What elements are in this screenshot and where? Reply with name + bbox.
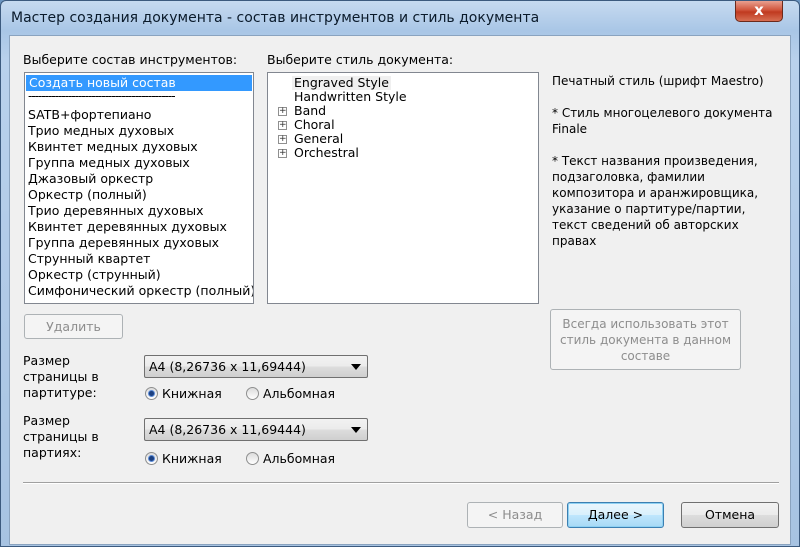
tree-item-orchestral[interactable]: Orchestral [294,146,359,160]
list-item[interactable]: Трио деревянных духовых [25,203,253,219]
window-title: Мастер создания документа - состав инстр… [11,10,540,26]
tree-item-engraved-style[interactable]: Engraved Style [292,76,391,90]
parts-portrait-radio[interactable]: Книжная [145,451,222,466]
style-description-line: * Текст названия произведения, подзаголо… [552,154,759,248]
cancel-button[interactable]: Отмена [681,502,779,528]
list-item[interactable]: Оркестр (полный) [25,187,253,203]
expand-plus-icon[interactable]: + [278,135,287,144]
radio-checked-icon [145,452,158,465]
score-page-size-value: A4 (8,26736 x 11,69444) [149,359,306,374]
parts-page-size-label: Размер страницы в партиях: [23,413,99,460]
score-portrait-label: Книжная [162,386,222,401]
chevron-down-icon [351,427,361,433]
list-item[interactable]: Трио медных духовых [25,123,253,139]
parts-portrait-label: Книжная [162,451,222,466]
score-page-size-label: Размер страницы в партитуре: [23,353,99,400]
title-bar[interactable]: Мастер создания документа - состав инстр… [1,1,799,35]
footer-divider [23,482,779,484]
back-button[interactable]: < Назад [467,502,563,528]
tree-item-general[interactable]: General [294,132,343,146]
style-description-line: * Стиль многоцелевого документа Finale [552,106,773,136]
style-description-title: Печатный стиль (шрифт Maestro) [552,74,764,88]
list-item[interactable]: Квинтет медных духовых [25,139,253,155]
list-item[interactable]: Струнный квартет [25,251,253,267]
list-item[interactable]: Создать новый состав [26,75,252,91]
tree-item-choral[interactable]: Choral [294,118,335,132]
list-separator: ----------------------------------------… [28,91,176,103]
radio-checked-icon [145,387,158,400]
list-item[interactable]: Симфонический оркестр (полный) [25,283,253,299]
parts-landscape-radio[interactable]: Альбомная [246,451,335,466]
next-button[interactable]: Далее > [567,502,664,528]
dialog-window: Мастер создания документа - состав инстр… [0,0,800,547]
close-button[interactable]: x [735,1,783,22]
tree-item-band[interactable]: Band [294,104,326,118]
list-item[interactable]: Джазовый оркестр [25,171,253,187]
instruments-label: Выберите состав инструментов: [23,52,238,67]
list-item[interactable]: Оркестр (струнный) [25,267,253,283]
style-label: Выберите стиль документа: [267,52,454,67]
radio-unchecked-icon [246,387,259,400]
list-item[interactable]: Группа деревянных духовых [25,235,253,251]
list-item[interactable]: SATB+фортепиано [25,107,253,123]
expand-plus-icon[interactable]: + [278,107,287,116]
score-page-size-select[interactable]: A4 (8,26736 x 11,69444) [144,355,368,378]
radio-unchecked-icon [246,452,259,465]
score-landscape-label: Альбомная [263,386,336,401]
expand-plus-icon[interactable]: + [278,121,287,130]
expand-plus-icon[interactable]: + [278,149,287,158]
always-use-style-button[interactable]: Всегда использовать этот стиль документа… [550,309,741,370]
instruments-listbox[interactable]: Создать новый состав -------------------… [24,72,254,304]
score-landscape-radio[interactable]: Альбомная [246,386,335,401]
chevron-down-icon [351,364,361,370]
dialog-client-area: Выберите состав инструментов: Создать но… [9,35,791,545]
tree-item-handwritten-style[interactable]: Handwritten Style [294,90,407,104]
list-item[interactable]: Группа медных духовых [25,155,253,171]
parts-page-size-select[interactable]: A4 (8,26736 x 11,69444) [144,418,368,441]
score-portrait-radio[interactable]: Книжная [145,386,222,401]
list-item[interactable]: Квинтет деревянных духовых [25,219,253,235]
parts-landscape-label: Альбомная [263,451,336,466]
style-tree[interactable]: Engraved Style Handwritten Style + Band … [267,72,539,304]
delete-button[interactable]: Удалить [24,314,123,339]
parts-page-size-value: A4 (8,26736 x 11,69444) [149,422,306,437]
